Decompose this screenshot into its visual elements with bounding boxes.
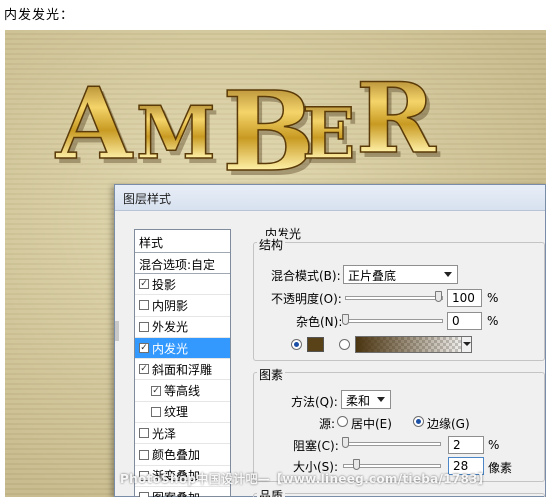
chevron-down-icon (377, 397, 385, 402)
source-center-label[interactable]: 居中(E) (351, 415, 392, 432)
opacity-slider-thumb[interactable] (435, 291, 442, 302)
chevron-down-icon (444, 272, 452, 277)
checkbox-drop-shadow[interactable]: ✓ (139, 279, 149, 290)
blend-mode-label: 混合模式(B): (271, 269, 341, 283)
style-label: 内阴影 (152, 298, 189, 313)
source-label: 源: (319, 417, 336, 431)
noise-input[interactable]: 0 (447, 312, 482, 330)
checkbox-inner-shadow[interactable] (139, 300, 149, 311)
dialog-title: 图层样式 (115, 185, 545, 211)
noise-slider[interactable] (345, 319, 443, 323)
blending-options-item[interactable]: 混合选项:自定 (135, 253, 230, 274)
svg-text:R: R (356, 62, 437, 175)
opacity-unit: % (487, 291, 499, 305)
noise-unit: % (487, 314, 499, 328)
svg-text:E: E (302, 92, 355, 175)
structure-title: 结构 (257, 236, 286, 253)
style-item-bevel-emboss[interactable]: ✓ 斜面和浮雕 (135, 359, 230, 381)
checkbox-texture[interactable] (151, 406, 161, 417)
amber-gold-text: A A M M B B E E R R (54, 61, 441, 200)
glow-color-swatch[interactable] (307, 337, 324, 352)
style-item-inner-glow[interactable]: ✓ 内发光 (135, 337, 230, 360)
quality-title: 品质 (257, 487, 286, 497)
style-label: 内发光 (152, 341, 189, 356)
choke-slider-thumb[interactable] (342, 437, 349, 448)
inner-glow-settings: 内发光 结构 混合模式(B): 正片叠底 不透明度(O): 100 % 杂色(N… (243, 225, 546, 497)
method-select[interactable]: 柔和 (341, 390, 391, 409)
checkbox-pattern-overlay[interactable] (139, 492, 149, 497)
style-item-color-overlay[interactable]: 颜色叠加 (135, 444, 230, 466)
style-label: 图案叠加 (152, 489, 200, 497)
style-item-texture[interactable]: 纹理 (135, 402, 230, 424)
style-item-outer-glow[interactable]: 外发光 (135, 317, 230, 338)
checkbox-contour[interactable]: ✓ (151, 385, 161, 396)
elements-title: 图素 (257, 366, 286, 383)
page-heading: 内发发光： (4, 8, 75, 23)
blend-mode-select[interactable]: 正片叠底 (343, 265, 458, 284)
layer-style-dialog: 图层样式 样式 混合选项:自定 ✓ 投影 内阴影 外发光 ✓ 内发光 ✓ 斜面和… (114, 184, 546, 497)
choke-input[interactable]: 2 (448, 436, 484, 454)
svg-text:A: A (55, 67, 134, 182)
choke-label: 阻塞(C): (293, 439, 339, 453)
quality-group (253, 493, 545, 497)
blend-mode-value: 正片叠底 (348, 269, 397, 283)
gradient-picker[interactable] (355, 336, 472, 353)
watermark: PhotoShop中国设计吧—【www.lineeg.com/tieba/178… (120, 472, 491, 486)
size-slider-thumb[interactable] (353, 459, 360, 470)
styles-header[interactable]: 样式 (135, 230, 230, 253)
checkbox-bevel-emboss[interactable]: ✓ (139, 364, 149, 375)
noise-label: 杂色(N): (296, 315, 343, 329)
style-label: 纹理 (164, 405, 189, 420)
checkbox-satin[interactable] (139, 428, 149, 439)
style-item-pattern-overlay[interactable]: 图案叠加 (135, 487, 230, 497)
svg-text:M: M (136, 90, 216, 175)
checkbox-outer-glow[interactable] (139, 321, 149, 332)
style-label: 等高线 (164, 384, 201, 399)
style-item-satin[interactable]: 光泽 (135, 423, 230, 445)
checkbox-color-overlay[interactable] (139, 449, 149, 460)
style-item-inner-shadow[interactable]: 内阴影 (135, 295, 230, 317)
style-item-drop-shadow[interactable]: ✓ 投影 (135, 274, 230, 296)
source-edge-label[interactable]: 边缘(G) (427, 415, 470, 432)
checkbox-inner-glow[interactable]: ✓ (139, 343, 149, 354)
chevron-down-icon[interactable] (461, 337, 471, 352)
choke-slider[interactable] (343, 442, 441, 446)
list-scrollbar[interactable] (115, 321, 119, 341)
source-edge-radio[interactable] (413, 416, 424, 427)
gradient-radio[interactable] (339, 339, 350, 350)
method-label: 方法(Q): (291, 395, 338, 409)
styles-list: 样式 混合选项:自定 ✓ 投影 内阴影 外发光 ✓ 内发光 ✓ 斜面和浮雕 ✓ … (134, 229, 231, 497)
color-radio[interactable] (291, 339, 302, 350)
opacity-slider[interactable] (345, 296, 443, 300)
opacity-label: 不透明度(O): (271, 292, 342, 306)
style-item-contour[interactable]: ✓ 等高线 (135, 380, 230, 402)
style-label: 外发光 (152, 320, 189, 335)
method-value: 柔和 (346, 394, 371, 408)
choke-unit: % (488, 438, 500, 452)
style-label: 斜面和浮雕 (152, 362, 213, 377)
style-label: 颜色叠加 (152, 448, 201, 463)
opacity-input[interactable]: 100 (447, 289, 482, 307)
style-label: 光泽 (152, 426, 177, 441)
source-center-radio[interactable] (337, 416, 348, 427)
noise-slider-thumb[interactable] (342, 314, 349, 325)
style-label: 投影 (152, 277, 177, 292)
